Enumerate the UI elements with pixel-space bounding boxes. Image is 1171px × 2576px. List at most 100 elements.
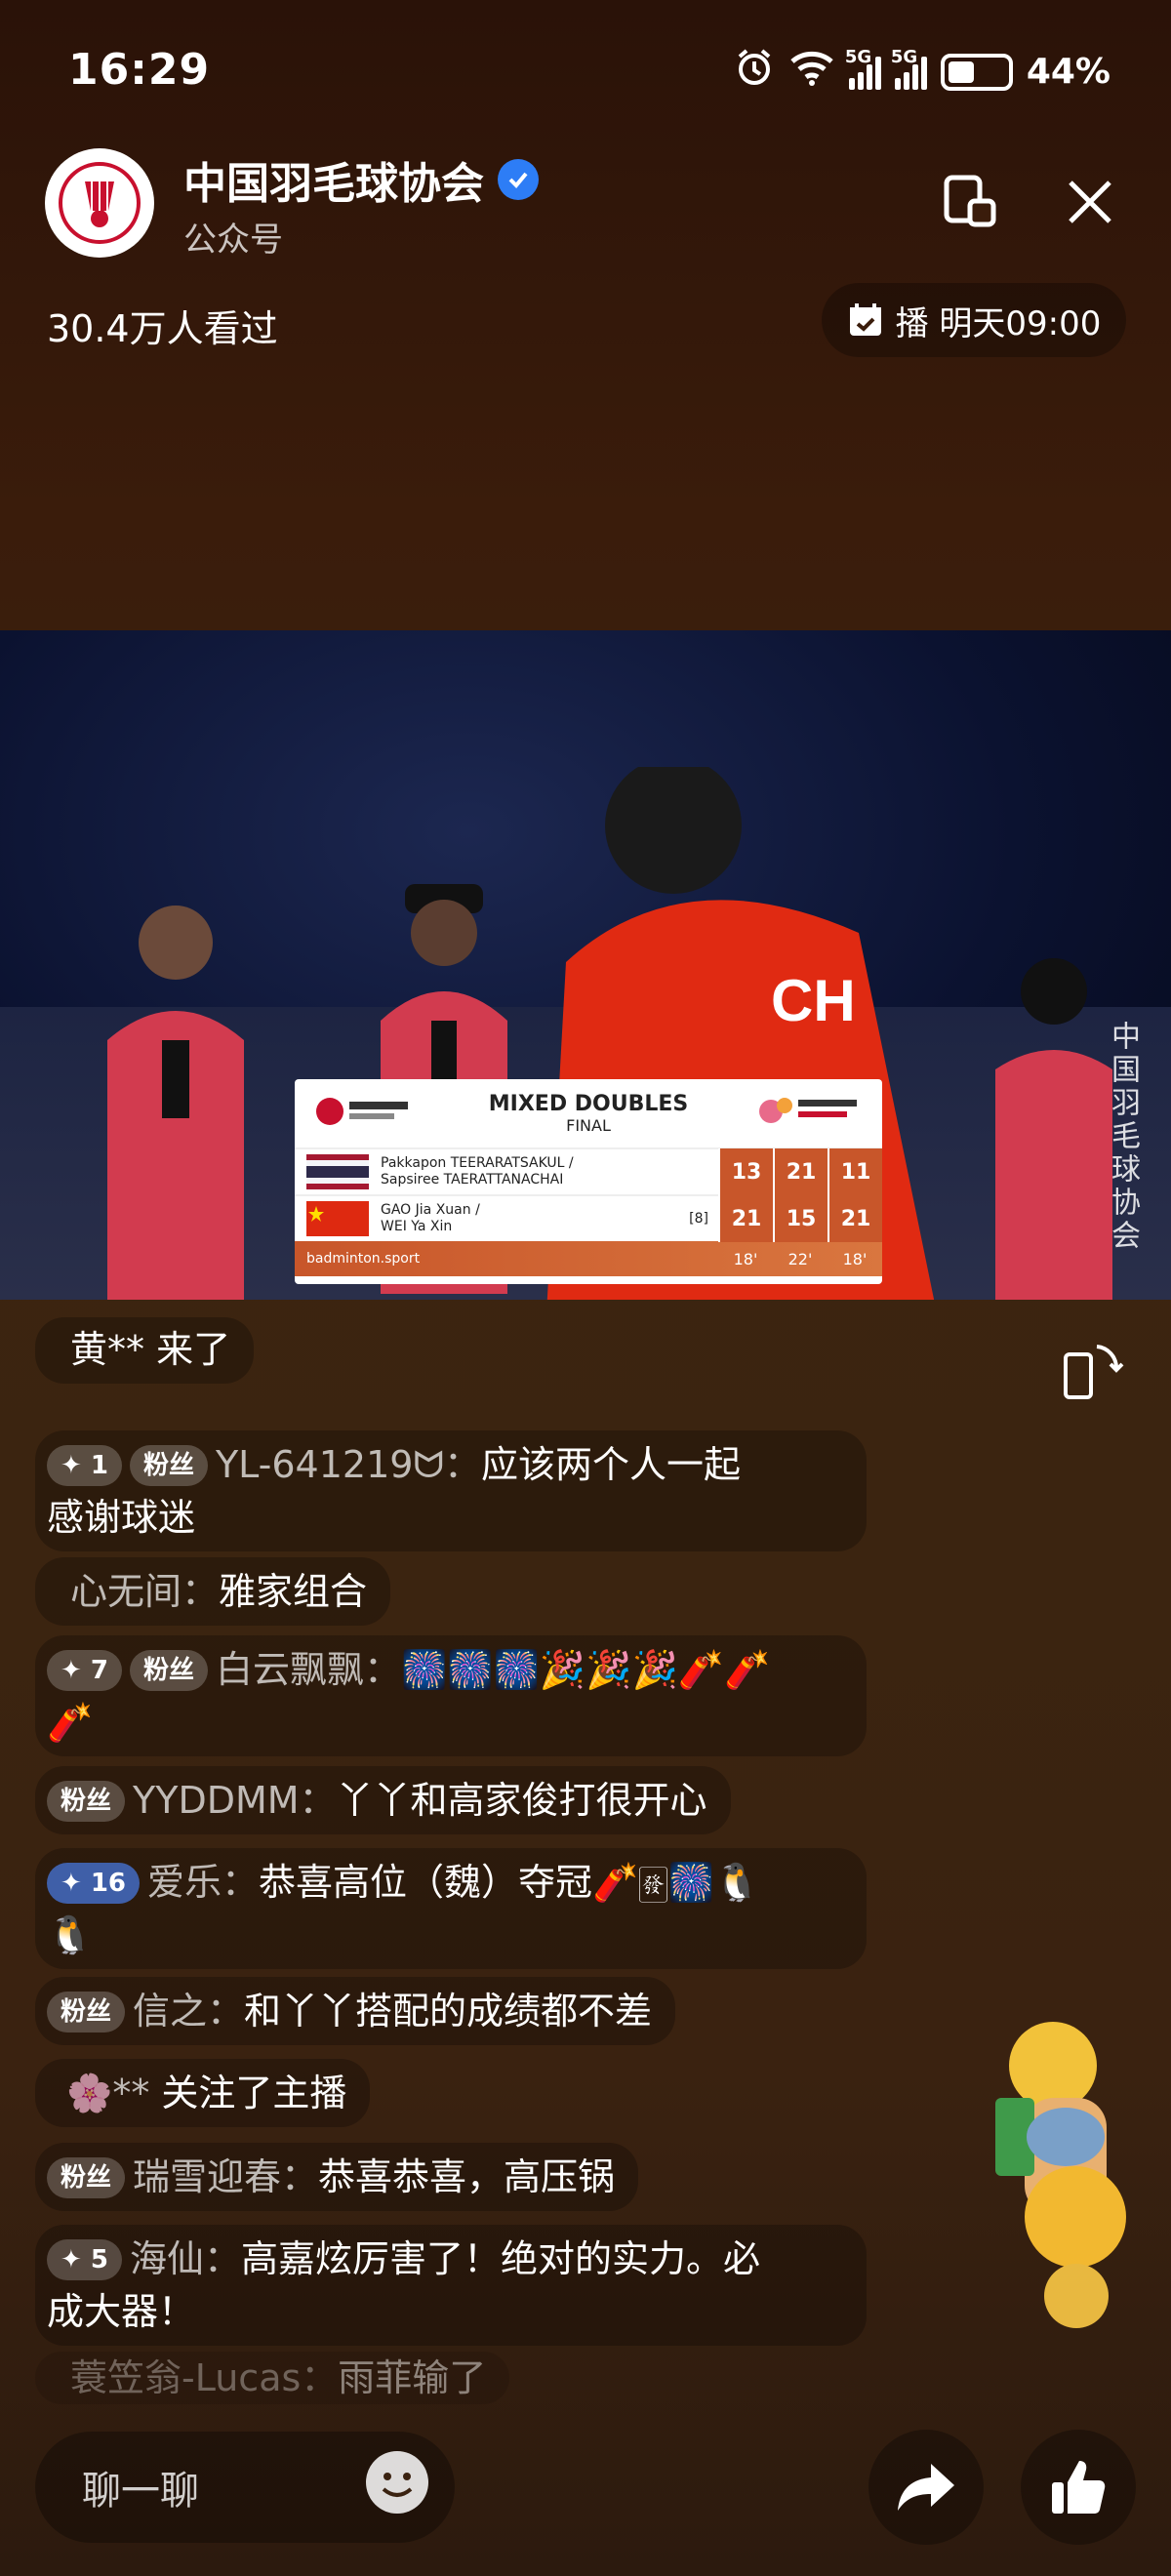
chat-message[interactable]: 粉丝 瑞雪迎春：恭喜恭喜，高压锅 — [35, 2143, 639, 2211]
status-icons: 5G 5G 44% — [734, 47, 1110, 97]
chat-username: YL-641219ᗢ： — [215, 1443, 481, 1486]
chat-username: 蓑笠翁-Lucas： — [70, 2356, 339, 2399]
scoreboard: MIXED DOUBLES FINAL Pakkapon TEERARATSAK… — [295, 1079, 882, 1284]
wifi-icon — [788, 48, 835, 96]
chat-message[interactable]: 蓑笠翁-Lucas：雨菲输了 — [35, 2352, 510, 2404]
fan-badge: 粉丝 — [129, 1650, 208, 1691]
chat-text: 雅家组合 — [219, 1570, 368, 1613]
schedule-button[interactable]: 播 明天09:00 — [822, 283, 1126, 357]
set-score: 13 — [718, 1148, 773, 1195]
chat-username: 白云飘飘： — [215, 1648, 401, 1691]
set-score: 11 — [828, 1148, 882, 1195]
event-round: FINAL — [566, 1116, 611, 1135]
rotate-icon — [1064, 1345, 1124, 1399]
chat-username: 信之： — [133, 1990, 245, 2033]
chat-username: 心无间： — [70, 1570, 220, 1613]
chat-text: 🐧 — [47, 1913, 94, 1956]
chat-username: YYDDMM： — [133, 1779, 337, 1822]
set-time: 18' — [842, 1249, 868, 1268]
chat-text: 和丫丫搭配的成绩都不差 — [244, 1990, 653, 2033]
fan-badge: 粉丝 — [47, 2157, 126, 2198]
set-score: 15 — [773, 1195, 828, 1242]
level-badge: ✦ 1 — [47, 1445, 122, 1486]
chat-message[interactable]: ✦ 16 爱乐：恭喜高位（魏）夺冠🧨🀅🎆🐧 🐧 — [35, 1848, 867, 1969]
set-score: 21 — [718, 1195, 773, 1242]
emoji-button[interactable] — [363, 2448, 431, 2526]
share-button[interactable] — [868, 2430, 984, 2545]
chat-text: 成大器！ — [47, 2290, 196, 2333]
scoreboard-row-china: GAO Jia Xuan / WEI Ya Xin [8] 21 15 21 — [295, 1194, 882, 1242]
set-score: 21 — [773, 1148, 828, 1195]
channel-name[interactable]: 中国羽毛球协会 — [183, 148, 539, 211]
chat-text: 关注了主播 — [149, 2072, 347, 2114]
chat-input-placeholder: 聊一聊 — [82, 2469, 199, 2514]
chat-text: 🎆🎆🎆🎉🎉🎉🧨🧨 — [400, 1648, 771, 1691]
court-staff-figure — [78, 894, 273, 1300]
bwf-world-tour-logo-icon — [312, 1092, 420, 1135]
level-badge: ✦ 7 — [47, 1650, 122, 1691]
level-badge: ✦ 5 — [47, 2239, 122, 2280]
set-time: 18' — [733, 1249, 758, 1268]
battery-icon — [940, 53, 1013, 91]
fan-badge: 粉丝 — [47, 1992, 126, 2033]
status-bar: 16:29 5G 5G 44% — [0, 0, 1171, 137]
alarm-icon — [734, 47, 775, 97]
signal-2-icon: 5G — [891, 47, 927, 90]
channel-watermark: 中国羽毛球协会 — [1106, 1021, 1140, 1253]
chat-message[interactable]: 粉丝 YYDDMM：丫丫和高家俊打很开心 — [35, 1766, 731, 1834]
chat-message[interactable]: ✦ 1 粉丝 YL-641219ᗢ：应该两个人一起感谢球迷 — [35, 1430, 867, 1551]
fan-badge: 粉丝 — [47, 1781, 126, 1822]
chat-text: 🧨 — [47, 1701, 94, 1744]
calendar-icon — [849, 303, 881, 336]
chat-username: 海仙： — [129, 2237, 241, 2280]
channel-avatar[interactable] — [45, 148, 154, 258]
floating-emoji-icon — [1009, 2022, 1097, 2110]
picture-in-picture-icon — [944, 175, 996, 227]
battery-percent: 44% — [1026, 52, 1110, 92]
arrival-notice: 黄** 来了 — [35, 1317, 255, 1384]
clock: 16:29 — [68, 45, 211, 95]
scoreboard-row-thailand: Pakkapon TEERARATSAKUL / Sapsiree TAERAT… — [295, 1147, 882, 1195]
schedule-label: 播 明天09:00 — [895, 303, 1102, 343]
rotate-screen-button[interactable] — [1060, 1337, 1128, 1405]
chat-username: 瑞雪迎春： — [133, 2155, 319, 2198]
fan-badge: 粉丝 — [129, 1445, 208, 1486]
close-button[interactable] — [1056, 168, 1124, 236]
share-icon — [898, 2464, 954, 2511]
thumbs-up-icon — [1052, 2461, 1106, 2514]
chat-text: 感谢球迷 — [47, 1496, 196, 1539]
chat-input[interactable]: 聊一聊 — [35, 2432, 455, 2543]
close-icon — [1069, 181, 1111, 223]
chat-message[interactable]: ✦ 7 粉丝 白云飘飘：🎆🎆🎆🎉🎉🎉🧨🧨 🧨 — [35, 1635, 867, 1756]
floating-thinking-icon — [1044, 2264, 1109, 2328]
signal-1-icon: 5G — [845, 47, 881, 90]
chat-text: 恭喜恭喜，高压锅 — [318, 2155, 616, 2198]
floating-photo-icon — [1027, 2108, 1105, 2166]
perodua-malaysia-masters-logo-icon — [757, 1092, 865, 1135]
viewer-count: 30.4万人看过 — [47, 307, 278, 350]
verified-icon — [498, 159, 539, 200]
pip-button[interactable] — [937, 168, 1005, 236]
badminton-logo-icon — [59, 162, 141, 244]
live-video[interactable]: CH MIXED DOUBLES FINAL Pakkapon TEERARAT… — [0, 630, 1171, 1300]
chat-text: 雨菲输了 — [338, 2356, 487, 2399]
chat-text: 恭喜高位（魏）夺冠🧨🀅🎆🐧 — [259, 1861, 761, 1904]
chat-message[interactable]: 心无间：雅家组合 — [35, 1557, 391, 1626]
scoreboard-website: badminton.sport — [306, 1251, 421, 1267]
chat-message[interactable]: ✦ 5 海仙：高嘉炫厉害了！绝对的实力。必成大器！ — [35, 2225, 867, 2346]
like-button[interactable] — [1021, 2430, 1136, 2545]
chat-username: 🌸** — [66, 2072, 150, 2114]
set-time: 22' — [787, 1249, 813, 1268]
chat-text: 高嘉炫厉害了！绝对的实力。必 — [240, 2237, 760, 2280]
china-flag-icon — [306, 1201, 369, 1236]
set-score: 21 — [828, 1195, 882, 1242]
svg-text:CH: CH — [771, 968, 856, 1033]
chat-message[interactable]: 粉丝 信之：和丫丫搭配的成绩都不差 — [35, 1977, 676, 2045]
event-title: MIXED DOUBLES — [488, 1092, 689, 1116]
chat-text: 丫丫和高家俊打很开心 — [336, 1779, 707, 1822]
chat-username: 爱乐： — [147, 1861, 260, 1904]
chat-text: 应该两个人一起 — [480, 1443, 741, 1486]
channel-type: 公众号 — [183, 221, 283, 260]
seed-label: [8] — [689, 1211, 708, 1227]
smiley-icon — [366, 2451, 428, 2514]
